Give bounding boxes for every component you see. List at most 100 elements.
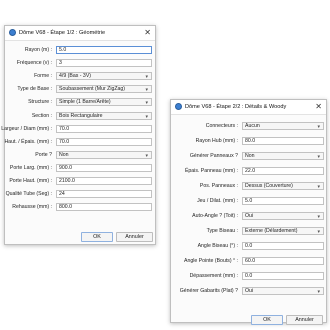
selected-value: Externe (Délardement) — [245, 228, 298, 234]
form-row: Type Biseau : Externe (Délardement) ▾ — [171, 227, 326, 236]
form-row: Angle Pointe (Bouts) ° : 60.0 — [171, 257, 326, 266]
form-row: Qualité Tube (Seg) : 24 — [5, 190, 155, 199]
field-label: Rayon (m) : — [24, 47, 52, 53]
form-row: Épais. Panneau (mm) : 22.0 — [171, 167, 326, 176]
input-value: 22.0 — [245, 168, 256, 174]
form-row: Générer Gabarits (Plat) ? Oui ▾ — [171, 287, 326, 296]
form-row: Connecteurs : Aucun ▾ — [171, 122, 326, 131]
text-input[interactable]: 2100.0 — [56, 177, 152, 185]
field-label: Pos. Panneaux : — [199, 183, 238, 189]
dropdown-select[interactable]: Dessus (Couverture) ▾ — [242, 182, 324, 190]
chevron-down-icon[interactable]: ▾ — [317, 124, 320, 129]
dialog-step-2-details: Dôme V68 - Étape 2/2 : Détails & Woody ✕… — [170, 99, 327, 325]
field-label: Fréquence (v) : — [16, 60, 52, 67]
form-row: Dépassement (mm) : 0.0 — [171, 272, 326, 281]
field-label: Qualité Tube (Seg) : — [5, 191, 52, 198]
text-input[interactable]: 70.0 — [56, 124, 152, 133]
field-label: Rehausse (mm) : — [12, 204, 52, 211]
dropdown-select[interactable]: 4/9 (Bas - 3V) ▾ — [56, 72, 152, 81]
dropdown-select[interactable]: Aucun ▾ — [242, 122, 324, 130]
text-input[interactable]: 800.0 — [56, 203, 152, 212]
field-label: Générer Panneaux ? — [189, 153, 238, 159]
field-label: Angle Biseau (°) : — [197, 243, 238, 249]
text-input[interactable]: 80.0 — [242, 137, 324, 145]
chevron-down-icon[interactable]: ▾ — [145, 153, 148, 158]
title-bar[interactable]: Dôme V68 - Étape 2/2 : Détails & Woody ✕ — [171, 100, 326, 115]
field-label: Connecteurs : — [205, 123, 238, 129]
field-label: Section : — [31, 112, 52, 119]
form-row: Pos. Panneaux : Dessus (Couverture) ▾ — [171, 182, 326, 191]
form-row: Générer Panneaux ? Non ▾ — [171, 152, 326, 161]
selected-value: Soubassement (Mur ZigZag) — [59, 86, 126, 93]
selected-value: Aucun — [245, 123, 260, 129]
text-input[interactable]: 70.0 — [56, 137, 152, 146]
ok-button[interactable]: OK — [81, 232, 113, 242]
text-input[interactable]: 60.0 — [242, 257, 324, 265]
field-label: Haut. / Épais. (mm) : — [4, 138, 52, 145]
field-label: Porte ? — [35, 151, 52, 158]
input-value: 0.0 — [245, 243, 253, 249]
selected-value: 4/9 (Bas - 3V) — [59, 73, 92, 80]
dome-app-icon — [9, 29, 16, 36]
form-row: Jeu / Dilat. (mm) : 5.0 — [171, 197, 326, 206]
form-row: Rehausse (mm) : 800.0 — [5, 203, 155, 212]
input-value: 80.0 — [245, 138, 256, 144]
form-row: Auto-Angle ? (Toit) : Oui ▾ — [171, 212, 326, 221]
chevron-down-icon[interactable]: ▾ — [317, 214, 320, 219]
chevron-down-icon[interactable]: ▾ — [317, 229, 320, 234]
input-value: 3 — [59, 60, 62, 67]
chevron-down-icon[interactable]: ▾ — [145, 114, 148, 119]
dropdown-select[interactable]: Simple (1 Barre/Arête) ▾ — [56, 98, 152, 107]
form-row: Rayon (m) : 5.0 — [5, 46, 155, 55]
text-input[interactable]: 22.0 — [242, 167, 324, 175]
field-label: Rayon Hub (mm) : — [195, 138, 238, 144]
dropdown-select[interactable]: Bois Rectangulaire ▾ — [56, 111, 152, 120]
input-value: 5.0 — [245, 198, 253, 204]
text-input[interactable]: 24 — [56, 190, 152, 199]
chevron-down-icon[interactable]: ▾ — [145, 100, 148, 105]
title-bar[interactable]: Dôme V68 - Étape 1/2 : Géométrie ✕ — [5, 26, 155, 41]
selected-value: Oui — [245, 213, 254, 219]
form-row: Forme : 4/9 (Bas - 3V) ▾ — [5, 72, 155, 81]
close-icon[interactable]: ✕ — [144, 28, 151, 37]
input-value: 70.0 — [59, 138, 70, 145]
chevron-down-icon[interactable]: ▾ — [317, 289, 320, 294]
input-value: 5.0 — [59, 47, 67, 53]
form-row: Fréquence (v) : 3 — [5, 59, 155, 68]
field-label: Structure : — [28, 99, 52, 106]
dropdown-select[interactable]: Oui ▾ — [242, 287, 324, 295]
text-input[interactable]: 900.0 — [56, 163, 152, 172]
dropdown-select[interactable]: Non ▾ — [242, 152, 324, 160]
field-label: Dépassement (mm) : — [189, 273, 238, 279]
field-label: Angle Pointe (Bouts) ° : — [184, 258, 238, 264]
cancel-button[interactable]: Annuler — [286, 315, 323, 325]
text-input[interactable]: 0.0 — [242, 242, 324, 250]
selected-value: Dessus (Couverture) — [245, 183, 293, 189]
text-input[interactable]: 0.0 — [242, 272, 324, 280]
form-row: Type de Base : Soubassement (Mur ZigZag) ▾ — [5, 85, 155, 94]
input-value: 0.0 — [245, 273, 253, 279]
form-row: Angle Biseau (°) : 0.0 — [171, 242, 326, 251]
text-input[interactable]: 5.0 — [242, 197, 324, 205]
field-label: Porte Larg. (mm) : — [9, 164, 52, 171]
chevron-down-icon[interactable]: ▾ — [145, 87, 148, 92]
dropdown-select[interactable]: Non ▾ — [56, 150, 152, 159]
dropdown-select[interactable]: Externe (Délardement) ▾ — [242, 227, 324, 235]
chevron-down-icon[interactable]: ▾ — [145, 74, 148, 79]
form-row: Porte Larg. (mm) : 900.0 — [5, 163, 155, 173]
selected-value: Oui — [245, 288, 254, 294]
dropdown-select[interactable]: Oui ▾ — [242, 212, 324, 220]
form-row: Structure : Simple (1 Barre/Arête) ▾ — [5, 98, 155, 107]
input-value: 70.0 — [59, 125, 70, 132]
form-row: Largeur / Diam (mm) : 70.0 — [1, 124, 155, 134]
text-input[interactable]: 3 — [56, 59, 152, 68]
field-label: Largeur / Diam (mm) : — [1, 125, 52, 132]
chevron-down-icon[interactable]: ▾ — [317, 154, 320, 159]
dropdown-select[interactable]: Soubassement (Mur ZigZag) ▾ — [56, 85, 152, 94]
dialog-step-1-geometry: Dôme V68 - Étape 1/2 : Géométrie ✕ Rayon… — [1, 25, 156, 245]
close-icon[interactable]: ✕ — [315, 102, 322, 111]
text-input[interactable]: 5.0 — [56, 46, 152, 54]
cancel-button[interactable]: Annuler — [116, 232, 153, 242]
chevron-down-icon[interactable]: ▾ — [317, 184, 320, 189]
ok-button[interactable]: OK — [251, 315, 283, 325]
